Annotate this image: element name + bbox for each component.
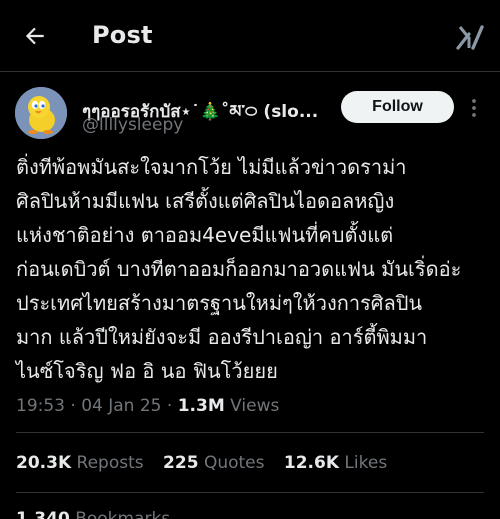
page-title: Post xyxy=(92,21,153,49)
divider xyxy=(16,492,484,493)
likes-label: Likes xyxy=(344,453,388,473)
avatar[interactable] xyxy=(15,87,67,139)
likes-stat[interactable]: 12.6K Likes xyxy=(284,453,387,473)
likes-count: 12.6K xyxy=(283,453,340,473)
quotes-label: Quotes xyxy=(203,453,265,473)
views-label: Views xyxy=(230,396,280,416)
grok-icon[interactable] xyxy=(455,24,485,50)
bookmarks-count: 1,340 xyxy=(16,509,70,519)
back-arrow-icon[interactable] xyxy=(22,23,48,49)
reposts-stat[interactable]: 20.3K Reposts xyxy=(16,453,144,473)
reposts-label: Reposts xyxy=(76,453,144,473)
tweet-time[interactable]: 19:53 xyxy=(16,396,65,416)
tweet-text: ติ่งทีพ้อพมันสะใจมากโว้ย ไม่มีแล้วข่าวดร… xyxy=(16,155,462,383)
quotes-count: 225 xyxy=(163,453,199,473)
engagement-stats: 20.3K Reposts 225 Quotes 12.6K Likes xyxy=(16,453,401,473)
bookmarks-stat[interactable]: 1,340 Bookmarks xyxy=(16,509,184,519)
follow-button[interactable]: Follow xyxy=(341,91,454,123)
user-handle[interactable]: @llllysleepy xyxy=(82,115,183,135)
quotes-stat[interactable]: 225 Quotes xyxy=(163,453,264,473)
reposts-count: 20.3K xyxy=(16,453,72,473)
tweet-meta: 19:53 · 04 Jan 25 · 1.3M Views xyxy=(16,396,280,416)
tweet-date[interactable]: 04 Jan 25 xyxy=(81,396,161,416)
tweety-bird-icon xyxy=(15,87,67,139)
divider xyxy=(16,432,484,433)
bookmarks-label: Bookmarks xyxy=(75,509,171,519)
top-bar: Post xyxy=(0,0,500,72)
more-options-icon[interactable] xyxy=(467,96,481,120)
views-count: 1.3M xyxy=(177,396,225,416)
